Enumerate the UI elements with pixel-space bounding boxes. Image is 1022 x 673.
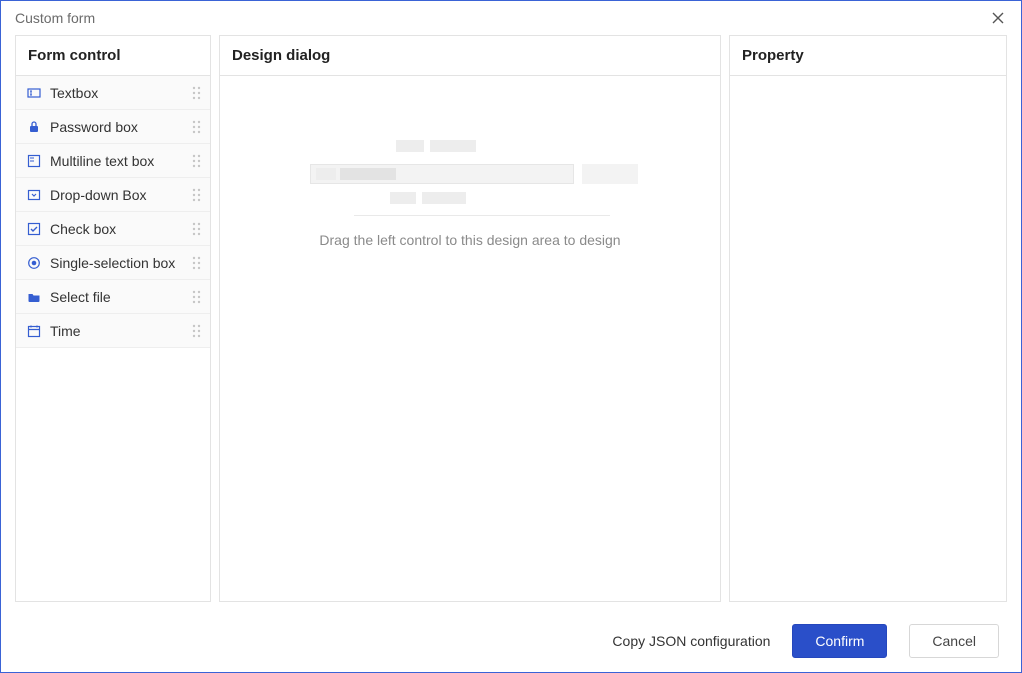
dropdown-icon bbox=[26, 187, 42, 203]
control-item-label: Multiline text box bbox=[50, 153, 154, 169]
dialog-footer: Copy JSON configuration Confirm Cancel bbox=[1, 610, 1021, 672]
control-item-label: Select file bbox=[50, 289, 111, 305]
drag-handle-icon[interactable] bbox=[192, 154, 202, 168]
control-item-textbox[interactable]: Textbox bbox=[16, 76, 210, 110]
form-control-panel: Form control Textbox Password bbox=[15, 35, 211, 602]
drag-handle-icon[interactable] bbox=[192, 324, 202, 338]
copy-json-link[interactable]: Copy JSON configuration bbox=[612, 633, 770, 649]
control-item-label: Password box bbox=[50, 119, 138, 135]
form-control-header: Form control bbox=[16, 36, 210, 76]
design-placeholder: Drag the left control to this design are… bbox=[220, 76, 720, 248]
control-item-label: Textbox bbox=[50, 85, 98, 101]
drag-handle-icon[interactable] bbox=[192, 86, 202, 100]
control-item-radio[interactable]: Single-selection box bbox=[16, 246, 210, 280]
design-panel-header: Design dialog bbox=[220, 36, 720, 76]
control-item-password[interactable]: Password box bbox=[16, 110, 210, 144]
control-item-label: Time bbox=[50, 323, 81, 339]
control-item-multiline[interactable]: Multiline text box bbox=[16, 144, 210, 178]
calendar-icon bbox=[26, 323, 42, 339]
control-item-label: Drop-down Box bbox=[50, 187, 147, 203]
checkbox-icon bbox=[26, 221, 42, 237]
dialog-body: Form control Textbox Password bbox=[1, 35, 1021, 610]
placeholder-illustration bbox=[310, 140, 630, 212]
folder-icon bbox=[26, 289, 42, 305]
drag-handle-icon[interactable] bbox=[192, 222, 202, 236]
design-placeholder-text: Drag the left control to this design are… bbox=[319, 232, 620, 248]
cancel-button[interactable]: Cancel bbox=[909, 624, 999, 658]
drag-handle-icon[interactable] bbox=[192, 188, 202, 202]
lock-icon bbox=[26, 119, 42, 135]
form-control-list: Textbox Password box M bbox=[16, 76, 210, 348]
textbox-icon bbox=[26, 85, 42, 101]
control-item-selectfile[interactable]: Select file bbox=[16, 280, 210, 314]
form-control-list-wrap: Textbox Password box M bbox=[16, 76, 210, 601]
titlebar: Custom form bbox=[1, 1, 1021, 35]
window-title: Custom form bbox=[15, 10, 95, 26]
property-panel: Property bbox=[729, 35, 1007, 602]
control-item-checkbox[interactable]: Check box bbox=[16, 212, 210, 246]
property-panel-body bbox=[730, 76, 1006, 601]
drag-handle-icon[interactable] bbox=[192, 120, 202, 134]
control-item-label: Check box bbox=[50, 221, 116, 237]
property-panel-header: Property bbox=[730, 36, 1006, 76]
close-icon[interactable] bbox=[987, 7, 1009, 29]
confirm-button[interactable]: Confirm bbox=[792, 624, 887, 658]
drag-handle-icon[interactable] bbox=[192, 290, 202, 304]
control-item-dropdown[interactable]: Drop-down Box bbox=[16, 178, 210, 212]
control-item-label: Single-selection box bbox=[50, 255, 175, 271]
multiline-icon bbox=[26, 153, 42, 169]
design-canvas[interactable]: Drag the left control to this design are… bbox=[220, 76, 720, 601]
drag-handle-icon[interactable] bbox=[192, 256, 202, 270]
design-panel: Design dialog Drag the left control to t… bbox=[219, 35, 721, 602]
control-item-time[interactable]: Time bbox=[16, 314, 210, 348]
custom-form-window: Custom form Form control Textbox bbox=[0, 0, 1022, 673]
radio-icon bbox=[26, 255, 42, 271]
